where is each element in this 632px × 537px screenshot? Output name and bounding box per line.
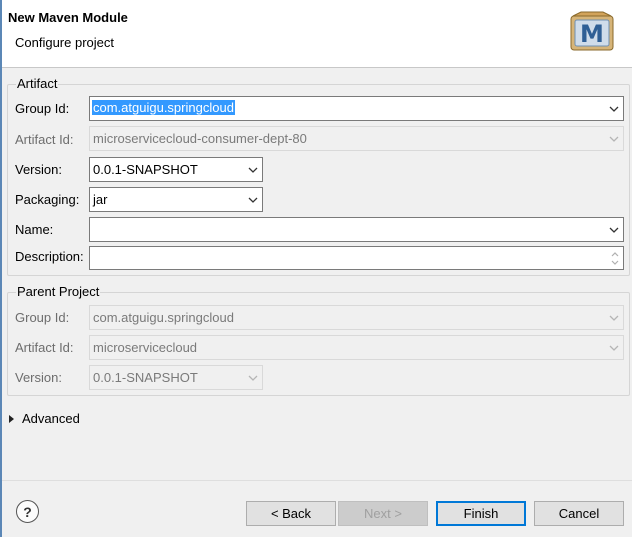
group-id-value: com.atguigu.springcloud [92,100,235,115]
expand-triangle-icon[interactable] [9,414,14,423]
parent-artifact-id-combo: microservicecloud [89,335,624,360]
advanced-section-toggle[interactable]: Advanced [9,411,80,426]
version-value: 0.0.1-SNAPSHOT [93,162,198,177]
version-combo[interactable]: 0.0.1-SNAPSHOT [89,157,263,182]
dialog-subtitle: Configure project [15,35,114,50]
packaging-label: Packaging: [15,192,80,207]
artifact-id-value: microservicecloud-consumer-dept-80 [93,131,307,146]
parent-version-combo: 0.0.1-SNAPSHOT [89,365,263,390]
parent-group-id-value: com.atguigu.springcloud [93,310,234,325]
parent-version-value: 0.0.1-SNAPSHOT [93,370,198,385]
scroll-spinner-icon[interactable] [609,249,621,268]
packaging-value: jar [93,192,108,207]
window-frame-edge [0,0,2,537]
dialog-title: New Maven Module [8,10,128,25]
chevron-down-icon [605,128,622,149]
parent-group-id-combo: com.atguigu.springcloud [89,305,624,330]
chevron-down-icon[interactable] [244,189,261,210]
artifact-id-label: Artifact Id: [15,132,74,147]
chevron-down-icon[interactable] [244,159,261,180]
packaging-combo[interactable]: jar [89,187,263,212]
parent-version-label: Version: [15,370,62,385]
description-input[interactable] [89,246,624,270]
finish-button[interactable]: Finish [436,501,526,526]
artifact-group-legend: Artifact [16,76,59,91]
description-label: Description: [15,249,84,264]
name-label: Name: [15,222,54,237]
parent-group-id-label: Group Id: [15,310,70,325]
parent-project-group-legend: Parent Project [16,284,101,299]
chevron-down-icon [605,307,622,328]
help-icon[interactable]: ? [16,500,39,523]
chevron-down-icon [244,367,261,388]
group-id-label: Group Id: [15,101,70,116]
dialog-header: New Maven Module Configure project M [2,0,632,68]
cancel-button[interactable]: Cancel [534,501,624,526]
version-label: Version: [15,162,62,177]
svg-text:M: M [580,20,604,48]
maven-logo-icon: M [570,11,614,51]
next-button: Next > [338,501,428,526]
chevron-down-icon [605,337,622,358]
chevron-down-icon[interactable] [605,219,622,240]
back-button[interactable]: < Back [246,501,336,526]
name-combo[interactable] [89,217,624,242]
artifact-id-combo: microservicecloud-consumer-dept-80 [89,126,624,151]
chevron-down-icon[interactable] [605,98,622,119]
button-bar-separator [2,480,632,481]
parent-artifact-id-value: microservicecloud [93,340,198,355]
group-id-combo[interactable]: com.atguigu.springcloud [89,96,624,121]
parent-artifact-id-label: Artifact Id: [15,340,74,355]
advanced-label: Advanced [22,411,80,426]
